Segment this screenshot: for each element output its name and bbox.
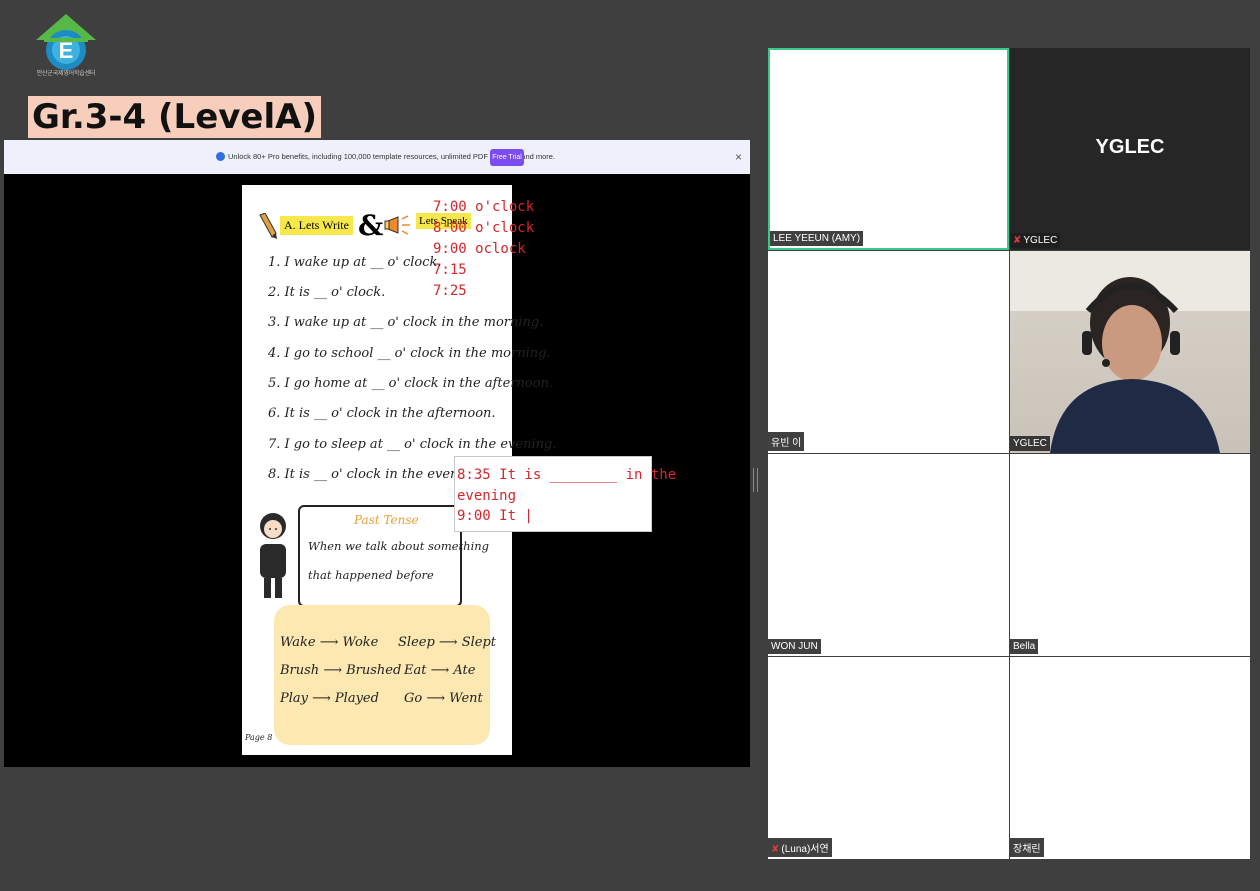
arrow-icon: ⟶ <box>319 635 339 650</box>
annotation-time: 9:00 oclock <box>433 241 526 257</box>
verb-base: Play <box>280 691 308 706</box>
verb-past: Slept <box>461 635 497 650</box>
textbox-line: 9:00 It | <box>457 508 533 524</box>
annotation-time: 7:00 o'clock <box>433 199 535 215</box>
verb-past: Played <box>334 691 379 706</box>
ampersand: & <box>358 209 384 242</box>
promo-banner: Unlock 80+ Pro benefits, including 100,0… <box>4 140 750 174</box>
verb-base: Brush <box>280 663 320 678</box>
mic-muted-icon: ✘ <box>771 844 780 855</box>
pencil-icon <box>259 213 277 239</box>
shared-screen[interactable]: Unlock 80+ Pro benefits, including 100,0… <box>4 140 750 767</box>
past-tense-line: When we talk about something <box>308 539 490 553</box>
sentence-line: 3. I wake up at __ o' clock in the morni… <box>268 315 544 330</box>
sentence-line: 2. It is __ o' clock. <box>268 285 386 300</box>
participant-name: LEE YEEUN (AMY) <box>770 231 864 246</box>
verb-base: Go <box>404 691 423 706</box>
verb-past: Woke <box>342 635 379 650</box>
arrow-icon: ⟶ <box>323 663 342 678</box>
video-tile[interactable]: 유빈 이 <box>768 251 1009 453</box>
teacher-video-icon <box>1010 251 1250 453</box>
verb-past: Brushed <box>346 663 402 678</box>
sentence-line: 6. It is __ o' clock in the afternoon. <box>268 406 496 421</box>
verb-base: Wake <box>280 635 316 650</box>
participant-name: YGLEC <box>1023 235 1058 246</box>
verb-base: Sleep <box>398 635 435 650</box>
video-tile[interactable]: 장채린 <box>1010 657 1250 859</box>
logo-text: 안산군국제영어학습센터 <box>36 71 96 77</box>
lets-write-heading: A. Lets Write <box>280 216 353 235</box>
verb-base: Eat <box>404 663 427 678</box>
split-resize-handle[interactable] <box>753 468 758 492</box>
student-girl-icon <box>260 513 286 598</box>
participant-name: 유빈 이 <box>768 432 805 451</box>
annotation-textbox[interactable]: 8:35 It is ________ in the evening 9:00 … <box>454 456 676 532</box>
video-tile[interactable]: WON JUN <box>768 454 1009 656</box>
sentence-line: 1. I wake up at __ o' clock. <box>268 255 442 270</box>
past-tense-title: Past Tense <box>354 513 419 527</box>
participant-name: (Luna)서연 <box>781 844 829 855</box>
annotation-time: 8:00 o'clock <box>433 220 535 236</box>
sentence-line: 5. I go home at __ o' clock in the after… <box>268 376 554 391</box>
verb-past: Ate <box>453 663 476 678</box>
video-tile[interactable]: LEE YEEUN (AMY) <box>768 48 1009 250</box>
pro-badge-icon <box>216 152 225 161</box>
sentence-line: 7. I go to sleep at __ o' clock in the e… <box>268 437 557 452</box>
video-tile[interactable]: YGLEC ✘ YGLEC <box>1010 48 1250 250</box>
participant-name: WON JUN <box>768 639 821 654</box>
free-trial-button[interactable]: Free Trial <box>490 149 524 166</box>
page-number: Page 8 <box>245 733 273 742</box>
class-title: Gr.3-4 (LevelA) <box>28 96 321 138</box>
arrow-icon: ⟶ <box>312 691 331 706</box>
arrow-icon: ⟶ <box>430 663 450 678</box>
megaphone-icon <box>384 215 410 235</box>
arrow-icon: ⟶ <box>426 691 445 706</box>
sentence-line: 8. It is __ o' clock in the evening. <box>268 467 484 482</box>
video-tile[interactable]: Bella <box>1010 454 1250 656</box>
past-tense-line: that happened before <box>308 568 434 582</box>
participant-display-name: YGLEC <box>1095 136 1165 158</box>
textbox-line: 8:35 It is ________ in the <box>457 467 677 483</box>
participant-name: YGLEC <box>1010 436 1050 451</box>
verb-table: Wake ⟶ Woke Sleep ⟶ Slept Brush ⟶ Brushe… <box>274 605 496 745</box>
video-tile[interactable]: YGLEC <box>1010 251 1250 453</box>
past-tense-box: Past Tense When we talk about something … <box>298 505 489 607</box>
arrow-icon: ⟶ <box>438 635 458 650</box>
textbox-line: evening <box>457 488 517 504</box>
sentence-line: 4. I go to school __ o' clock in the mor… <box>268 346 551 361</box>
video-tile[interactable]: ✘ (Luna)서연 <box>768 657 1009 859</box>
verb-past: Went <box>449 691 483 706</box>
participant-name: 장채린 <box>1010 838 1044 857</box>
participant-name: Bella <box>1010 639 1039 654</box>
close-icon[interactable]: × <box>735 150 742 164</box>
annotation-time: 7:25 <box>433 283 467 299</box>
mic-muted-icon: ✘ <box>1013 235 1022 246</box>
